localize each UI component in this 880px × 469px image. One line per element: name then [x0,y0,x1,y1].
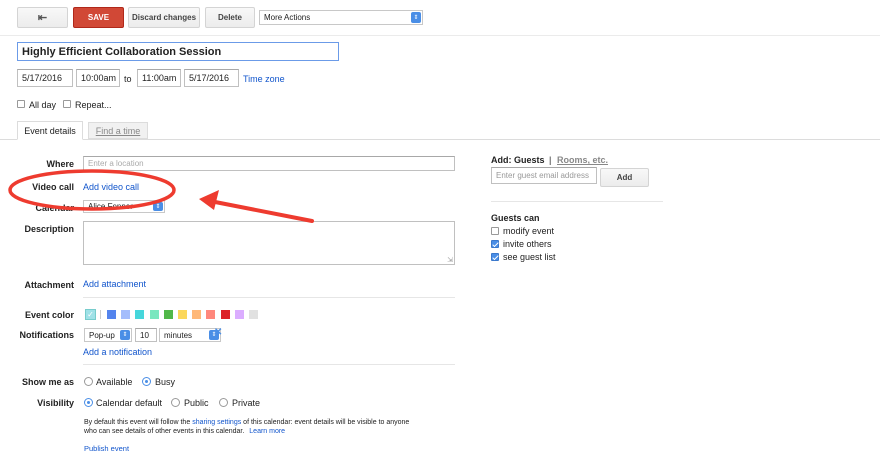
annotation-arrow-head [199,190,219,210]
annotation-overlay [8,169,314,223]
annotation-ellipse [8,169,176,211]
annotation-arrow-shaft [208,199,314,223]
